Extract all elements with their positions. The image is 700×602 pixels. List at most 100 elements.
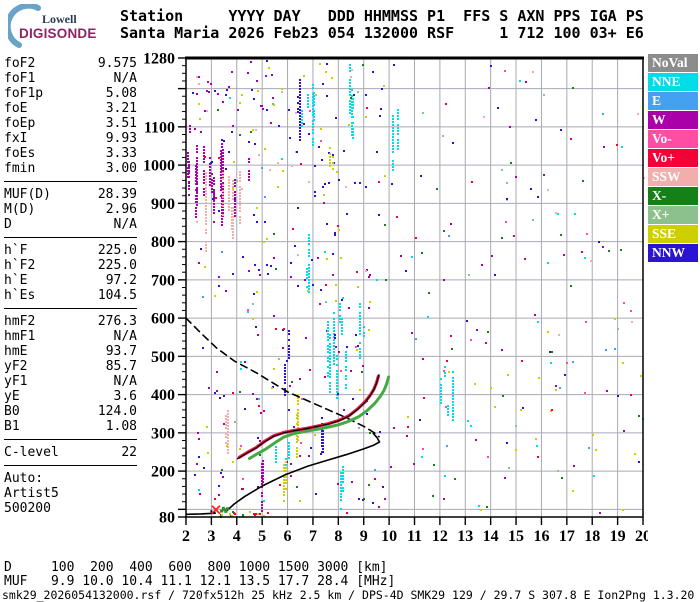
x-tick-label: 8 <box>334 528 342 545</box>
param-row: yF1 N/A <box>4 374 137 389</box>
param-value: 5.08 <box>106 86 137 101</box>
param-label: B1 <box>4 419 20 434</box>
param-row: yE3.6 <box>4 389 137 404</box>
legend-item-nne: NNE <box>648 73 698 92</box>
x-tick-label: 5 <box>258 528 266 545</box>
param-value: 3.51 <box>106 116 137 131</box>
param-label: foEs <box>4 146 35 161</box>
param-row: foE 3.21 <box>4 101 137 116</box>
param-row: h`Es104.5 <box>4 288 137 303</box>
param-row: yF285.7 <box>4 359 137 374</box>
x-tick-label: 14 <box>483 528 499 545</box>
panel-divider <box>4 181 137 182</box>
curve-e-baseline <box>187 513 216 514</box>
plot-frame <box>178 58 644 525</box>
x-tick-label: 6 <box>284 528 292 545</box>
param-row: hmF2 276.3 <box>4 314 137 329</box>
autoscaling-line: 500200 <box>4 501 137 516</box>
y-tick-label: 600 <box>151 311 175 328</box>
legend-item-e: E <box>648 92 698 111</box>
param-value: 1.08 <box>106 419 137 434</box>
param-value: 9.575 <box>98 56 137 71</box>
legend-item-sse: SSE <box>648 225 698 244</box>
logo-lowell-text: Lowell <box>42 12 77 27</box>
legend-item-vo: Vo- <box>648 130 698 149</box>
y-tick-label: 700 <box>151 272 175 289</box>
param-label: hmE <box>4 344 27 359</box>
x-tick-label: 3 <box>207 528 215 545</box>
legend-item-x: X+ <box>648 206 698 225</box>
param-label: yF1 <box>4 374 27 389</box>
curve-transmission-curve <box>227 434 380 511</box>
y-tick-label: 300 <box>151 425 175 442</box>
param-row: B1 1.08 <box>4 419 137 434</box>
header-station-values: Santa Maria 2026 Feb23 054 132000 RSF 1 … <box>120 25 644 42</box>
legend-item-nnw: NNW <box>648 244 698 263</box>
x-tick-label: 2 <box>182 528 190 545</box>
legend-item-ssw: SSW <box>648 168 698 187</box>
param-row: h`F2225.0 <box>4 258 137 273</box>
x-tick-label: 11 <box>407 528 422 545</box>
lowell-digisonde-logo: Lowell DIGISONDE <box>6 4 122 50</box>
param-row: h`E97.2 <box>4 273 137 288</box>
param-row: M(D)2.96 <box>4 202 137 217</box>
param-value: N/A <box>114 374 137 389</box>
x-tick-label: 20 <box>635 528 648 545</box>
legend-item-w: W <box>648 111 698 130</box>
param-value: 97.2 <box>106 273 137 288</box>
param-row: h`F225.0 <box>4 243 137 258</box>
y-tick-label: 1100 <box>144 119 175 136</box>
legend-item-vo: Vo+ <box>648 149 698 168</box>
param-label: M(D) <box>4 202 35 217</box>
param-value: 3.21 <box>106 101 137 116</box>
param-row: C-level22 <box>4 445 137 460</box>
param-value: 225.0 <box>98 243 137 258</box>
param-value: 9.93 <box>106 131 137 146</box>
panel-divider <box>4 237 137 238</box>
y-tick-label: 80 <box>159 510 175 527</box>
param-value: 28.39 <box>98 187 137 202</box>
echo-status-legend: NoValNNEEWVo-Vo+SSWX-X+SSENNW <box>648 54 698 263</box>
autoscaling-line: Artist5 <box>4 486 137 501</box>
y-tick-label: 800 <box>151 234 175 251</box>
param-label: foE <box>4 101 27 116</box>
logo-digisonde-text: DIGISONDE <box>19 26 97 41</box>
param-value: 104.5 <box>98 288 137 303</box>
param-value: 276.3 <box>98 314 137 329</box>
param-label: hmF2 <box>4 314 35 329</box>
distance-row: D 100 200 400 600 800 1000 1500 3000 [km… <box>4 561 388 575</box>
x-tick-label: 17 <box>559 528 575 545</box>
param-value: 3.6 <box>114 389 137 404</box>
x-tick-label: 10 <box>381 528 397 545</box>
param-value: 124.0 <box>98 404 137 419</box>
param-row: foF1 N/A <box>4 71 137 86</box>
param-value: N/A <box>114 329 137 344</box>
param-label: hmF1 <box>4 329 35 344</box>
param-row: foEp 3.51 <box>4 116 137 131</box>
param-value: 3.33 <box>106 146 137 161</box>
y-tick-label: 1280 <box>143 51 175 68</box>
param-label: foEp <box>4 116 35 131</box>
autoscaling-block: Auto:Artist5500200 <box>4 471 137 516</box>
param-label: h`F2 <box>4 258 35 273</box>
autoscaling-line: Auto: <box>4 471 137 486</box>
y-tick-label: 1000 <box>143 158 175 175</box>
x-tick-label: 15 <box>508 528 524 545</box>
y-tick-label: 900 <box>151 196 175 213</box>
muf-row: MUF 9.9 10.0 10.4 11.1 12.1 13.5 17.7 28… <box>4 575 395 589</box>
ionogram-plot: 1280110010009008007006005004003002008023… <box>140 50 648 550</box>
param-row: fxI 9.93 <box>4 131 137 146</box>
x-tick-label: 12 <box>432 528 448 545</box>
param-value: 85.7 <box>106 359 137 374</box>
param-label: C-level <box>4 445 59 460</box>
y-tick-label: 500 <box>151 349 175 366</box>
y-tick-label: 200 <box>151 464 175 481</box>
param-row: foEs 3.33 <box>4 146 137 161</box>
x-tick-label: 4 <box>233 528 241 545</box>
param-label: fxI <box>4 131 27 146</box>
param-value: N/A <box>114 71 137 86</box>
param-label: foF1 <box>4 71 35 86</box>
param-label: fmin <box>4 161 35 176</box>
curve-profile-dashed <box>186 318 379 437</box>
param-row: hmE93.7 <box>4 344 137 359</box>
